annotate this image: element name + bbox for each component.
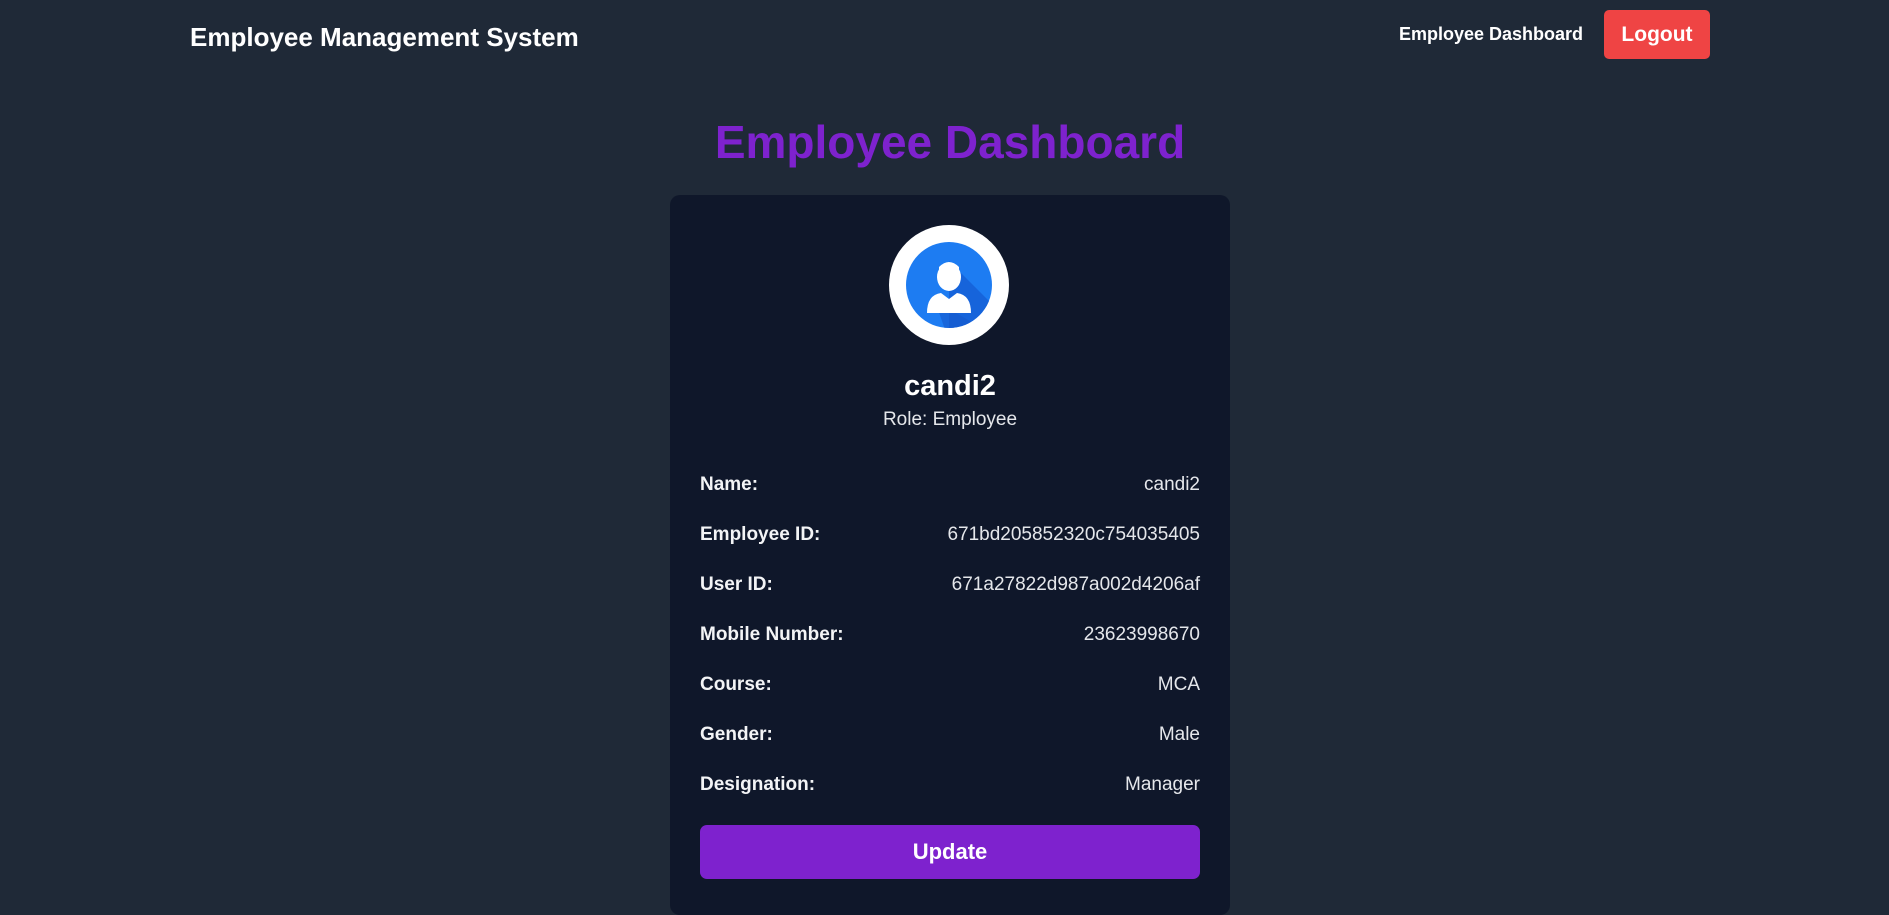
detail-row-mobile-number: Mobile Number: 23623998670	[700, 610, 1200, 660]
detail-label: Employee ID:	[700, 524, 821, 545]
detail-label: User ID:	[700, 574, 773, 595]
user-avatar-icon	[906, 242, 992, 328]
detail-label: Course:	[700, 674, 772, 695]
detail-value: Manager	[1125, 774, 1200, 795]
detail-row-user-id: User ID: 671a27822d987a002d4206af	[700, 560, 1200, 610]
detail-row-designation: Designation: Manager	[700, 760, 1200, 810]
top-navbar: Employee Management System Employee Dash…	[0, 0, 1889, 72]
detail-label: Gender:	[700, 724, 773, 745]
nav-link-employee-dashboard[interactable]: Employee Dashboard	[1399, 24, 1583, 45]
detail-value: Male	[1158, 724, 1200, 745]
detail-row-course: Course: MCA	[700, 660, 1200, 710]
detail-value: 671a27822d987a002d4206af	[951, 574, 1200, 595]
detail-value: 671bd205852320c754035405	[947, 524, 1200, 545]
employee-details-list: Name: candi2 Employee ID: 671bd205852320…	[700, 460, 1200, 810]
avatar	[889, 225, 1009, 345]
detail-value: candi2	[1144, 474, 1200, 495]
profile-role: Role: Employee	[882, 409, 1018, 430]
profile-card: candi2 Role: Employee Name: candi2 Emplo…	[670, 195, 1230, 915]
page-title: Employee Dashboard	[714, 116, 1186, 168]
detail-row-employee-id: Employee ID: 671bd205852320c754035405	[700, 510, 1200, 560]
logout-button[interactable]: Logout	[1604, 10, 1710, 59]
detail-label: Name:	[700, 474, 759, 495]
update-button[interactable]: Update	[700, 825, 1200, 879]
detail-label: Mobile Number:	[700, 624, 844, 645]
detail-row-name: Name: candi2	[700, 460, 1200, 510]
detail-label: Designation:	[700, 774, 816, 795]
detail-value: 23623998670	[1083, 624, 1200, 645]
detail-row-gender: Gender: Male	[700, 710, 1200, 760]
app-brand-title: Employee Management System	[190, 22, 579, 52]
detail-value: MCA	[1157, 674, 1200, 695]
profile-username: candi2	[904, 370, 996, 402]
